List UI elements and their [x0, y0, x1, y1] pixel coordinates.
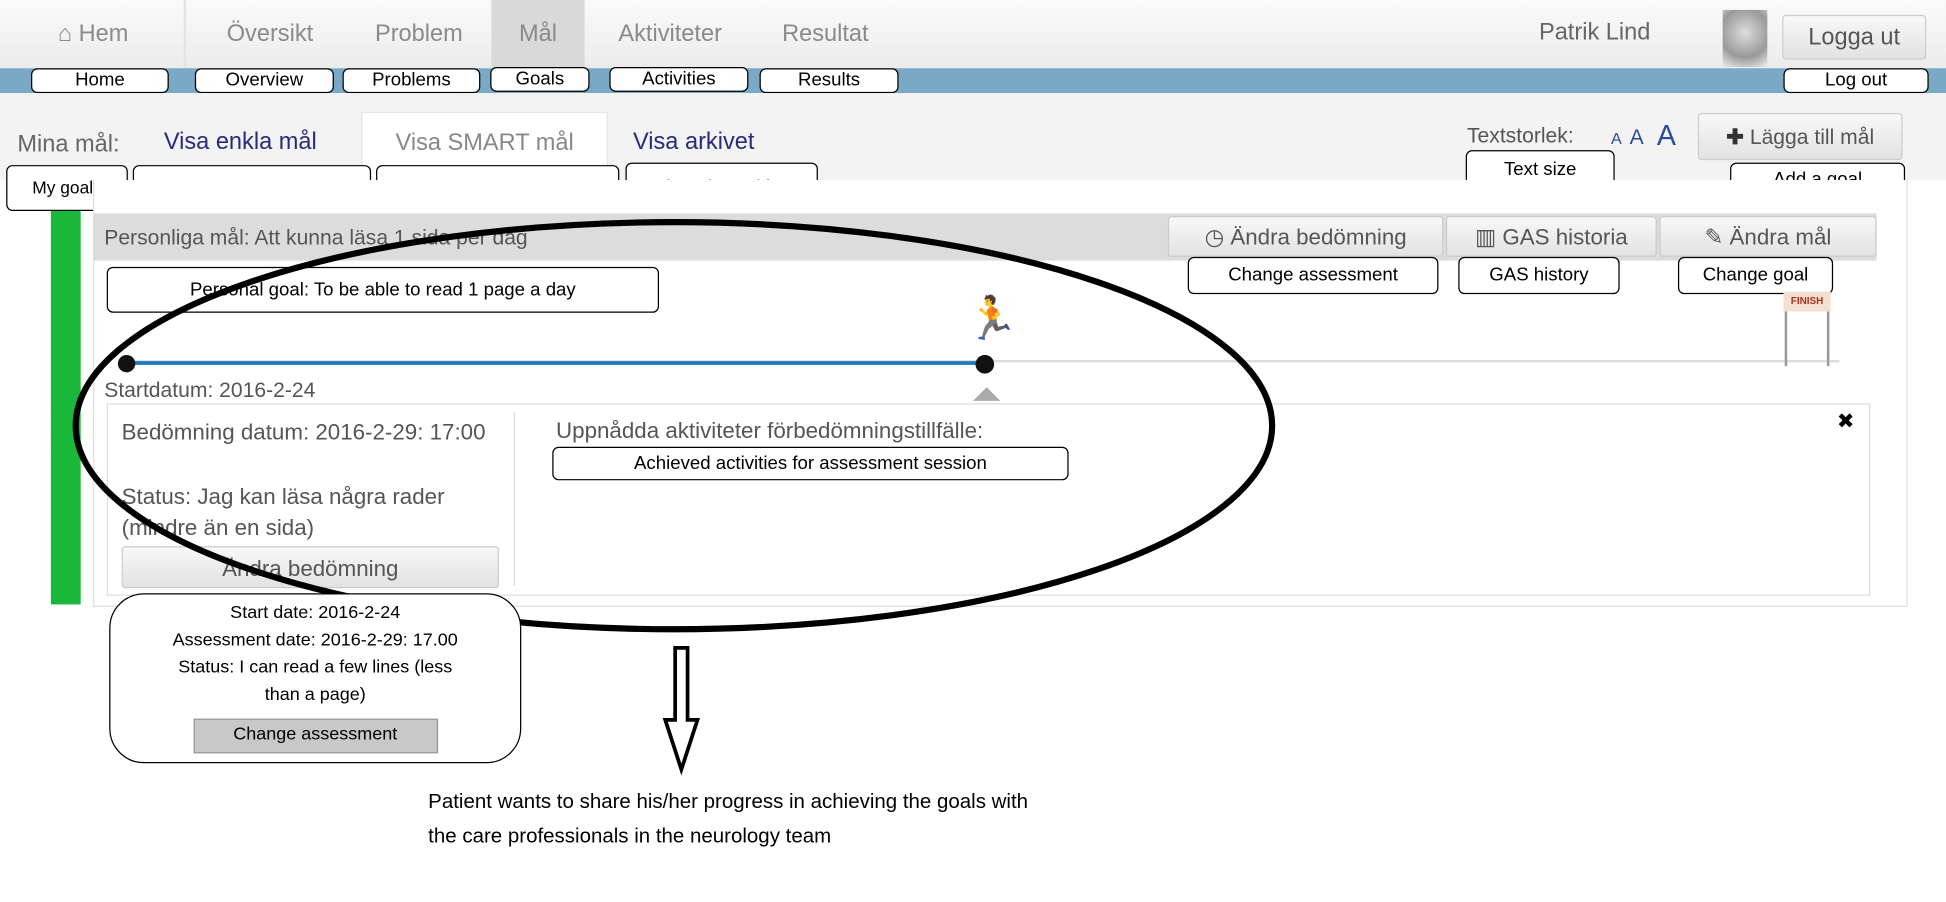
- bubble-change-assessment: Change assessment: [192, 718, 438, 754]
- arrow-down-icon: [662, 645, 701, 776]
- annotation-bubble: Start date: 2016-2-24 Assessment date: 2…: [109, 593, 522, 764]
- explanatory-note: Patient wants to share his/her progress …: [428, 790, 1029, 848]
- highlight-overlay: [72, 219, 1276, 776]
- bubble-status: Status: I can read a few lines (less tha…: [178, 657, 453, 705]
- bubble-start-date: Start date: 2016-2-24: [230, 603, 401, 624]
- bubble-assessment-date: Assessment date: 2016-2-29: 17.00: [172, 630, 458, 651]
- highlight-ellipse: [72, 219, 1276, 633]
